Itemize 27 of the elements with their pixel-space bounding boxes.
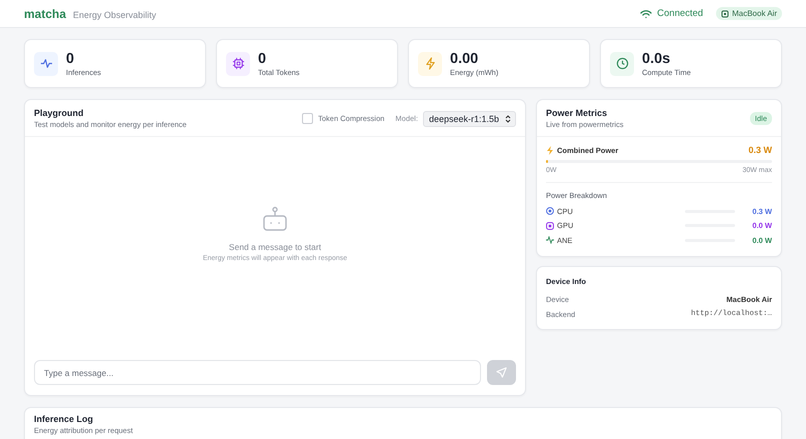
lightning-icon [424, 57, 436, 70]
stat-value: 0.00 [450, 50, 480, 68]
panel-title: Playground [34, 108, 85, 118]
empty-state-title: Send a message to start [228, 242, 322, 252]
device-badge: MacBook Air [716, 7, 782, 20]
lightning-icon [546, 146, 554, 154]
stat-value: 0 [258, 50, 268, 68]
chip-icon [232, 57, 244, 70]
clock-icon [616, 57, 628, 70]
pulse-icon [40, 57, 52, 70]
app-subtitle: Energy Observability [73, 10, 156, 20]
checkbox[interactable] [302, 113, 314, 124]
chip-icon [546, 222, 554, 230]
panel-title: Inference Log [34, 414, 94, 424]
combined-power-value: 0.3 W [748, 145, 772, 155]
robot-icon [262, 206, 288, 232]
message-input[interactable]: Type a message... [34, 360, 481, 385]
send-icon [496, 367, 507, 378]
app-logo: matcha [24, 6, 66, 20]
stat-value: 0 [66, 50, 76, 68]
pulse-icon [546, 236, 554, 244]
connection-status: Connected [657, 8, 704, 19]
panel-title: Power Metrics [546, 108, 608, 118]
stat-value: 0.0s [642, 50, 672, 68]
chip-icon [721, 10, 730, 18]
updown-caret-icon [505, 114, 511, 122]
model-select[interactable]: deepseek-r1:1.5b [422, 110, 516, 126]
